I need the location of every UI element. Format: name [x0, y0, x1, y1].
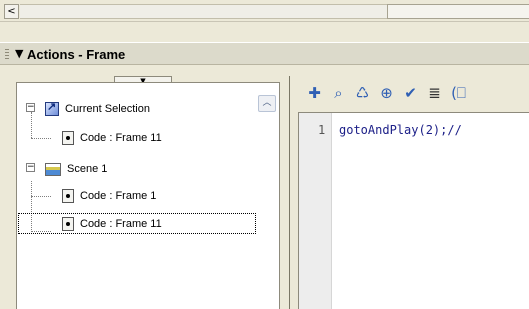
- line-number: 1: [318, 123, 326, 137]
- expand-collapse-scene-1[interactable]: −: [26, 163, 35, 172]
- tree-item-label: Code : Frame 11: [80, 218, 162, 230]
- tree-item-label: Code : Frame 11: [80, 132, 162, 144]
- actions-panel-header[interactable]: ▼ Actions - Frame: [0, 42, 529, 65]
- pane-divider[interactable]: [283, 76, 295, 309]
- top-scrollbar[interactable]: <: [0, 0, 529, 22]
- auto-format-icon[interactable]: ≣: [424, 83, 445, 104]
- line-number-gutter: [299, 113, 332, 309]
- tree-item-code-frame-11[interactable]: Code : Frame 11: [62, 128, 162, 148]
- scroll-thumb[interactable]: [387, 4, 529, 19]
- check-syntax-icon[interactable]: ✔: [400, 83, 421, 104]
- tree-scroll-up-icon[interactable]: ︿: [258, 95, 276, 112]
- tree-item-code-frame-11-selected[interactable]: Code : Frame 11: [62, 214, 162, 234]
- selection-icon: [45, 100, 59, 116]
- expand-collapse-current-selection[interactable]: −: [26, 103, 35, 112]
- tree-item-scene-1[interactable]: Scene 1: [45, 159, 107, 179]
- panel-title: Actions - Frame: [27, 47, 126, 62]
- code-hint-icon[interactable]: (⎕: [448, 83, 469, 104]
- find-icon[interactable]: ⌕: [328, 83, 349, 104]
- tree-item-label: Current Selection: [65, 103, 150, 115]
- tree-item-label: Scene 1: [67, 163, 108, 175]
- collapse-triangle-icon[interactable]: ▼: [15, 47, 23, 60]
- script-editor[interactable]: 1 gotoAndPlay(2);//: [298, 112, 529, 309]
- actions-toolbar: ✚ ⌕ ♺ ⊕ ✔ ≣ (⎕: [298, 78, 529, 108]
- tree-item-current-selection[interactable]: Current Selection: [45, 99, 150, 119]
- code-icon: [62, 217, 74, 231]
- scene-icon: [45, 162, 61, 176]
- panel-grip-icon[interactable]: [5, 49, 9, 61]
- code-icon: [62, 189, 74, 203]
- tree-item-label: Code : Frame 1: [80, 190, 157, 202]
- replace-icon[interactable]: ♺: [352, 83, 373, 104]
- target-icon[interactable]: ⊕: [376, 83, 397, 104]
- code-icon: [62, 131, 74, 145]
- code-line[interactable]: gotoAndPlay(2);//: [339, 123, 462, 137]
- scroll-left-arrow-icon[interactable]: <: [4, 4, 19, 19]
- tree-item-code-frame-1[interactable]: Code : Frame 1: [62, 186, 156, 206]
- add-icon[interactable]: ✚: [304, 83, 325, 104]
